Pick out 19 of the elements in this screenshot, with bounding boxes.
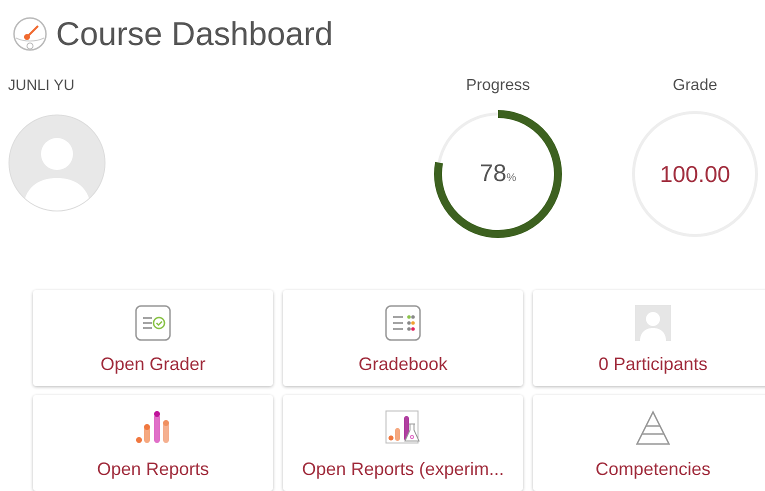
checklist-icon: [135, 305, 171, 341]
dashboard-tile[interactable]: Competencies: [533, 395, 765, 491]
pyramid-icon: [635, 410, 671, 446]
user-name: JUNLI YU: [8, 76, 76, 96]
page-title: Course Dashboard: [56, 14, 333, 54]
grade-value: 100.00: [660, 160, 730, 189]
user-icon: [635, 305, 671, 341]
bar-chart-icon: [135, 410, 171, 446]
dashboard-tile[interactable]: 0 Participants: [533, 290, 765, 386]
avatar-icon: [8, 114, 106, 212]
dashboard-tile[interactable]: Open Reports: [33, 395, 273, 491]
grade-label: Grade: [672, 76, 718, 96]
chart-flask-icon: [385, 410, 421, 446]
list-icon: [385, 305, 421, 341]
dashboard-tile[interactable]: Open Reports (experim...: [283, 395, 523, 491]
dashboard-tile[interactable]: Gradebook: [283, 290, 523, 386]
dashboard-tile[interactable]: Open Grader: [33, 290, 273, 386]
speedometer-icon: [12, 16, 48, 52]
progress-label: Progress: [466, 76, 530, 96]
